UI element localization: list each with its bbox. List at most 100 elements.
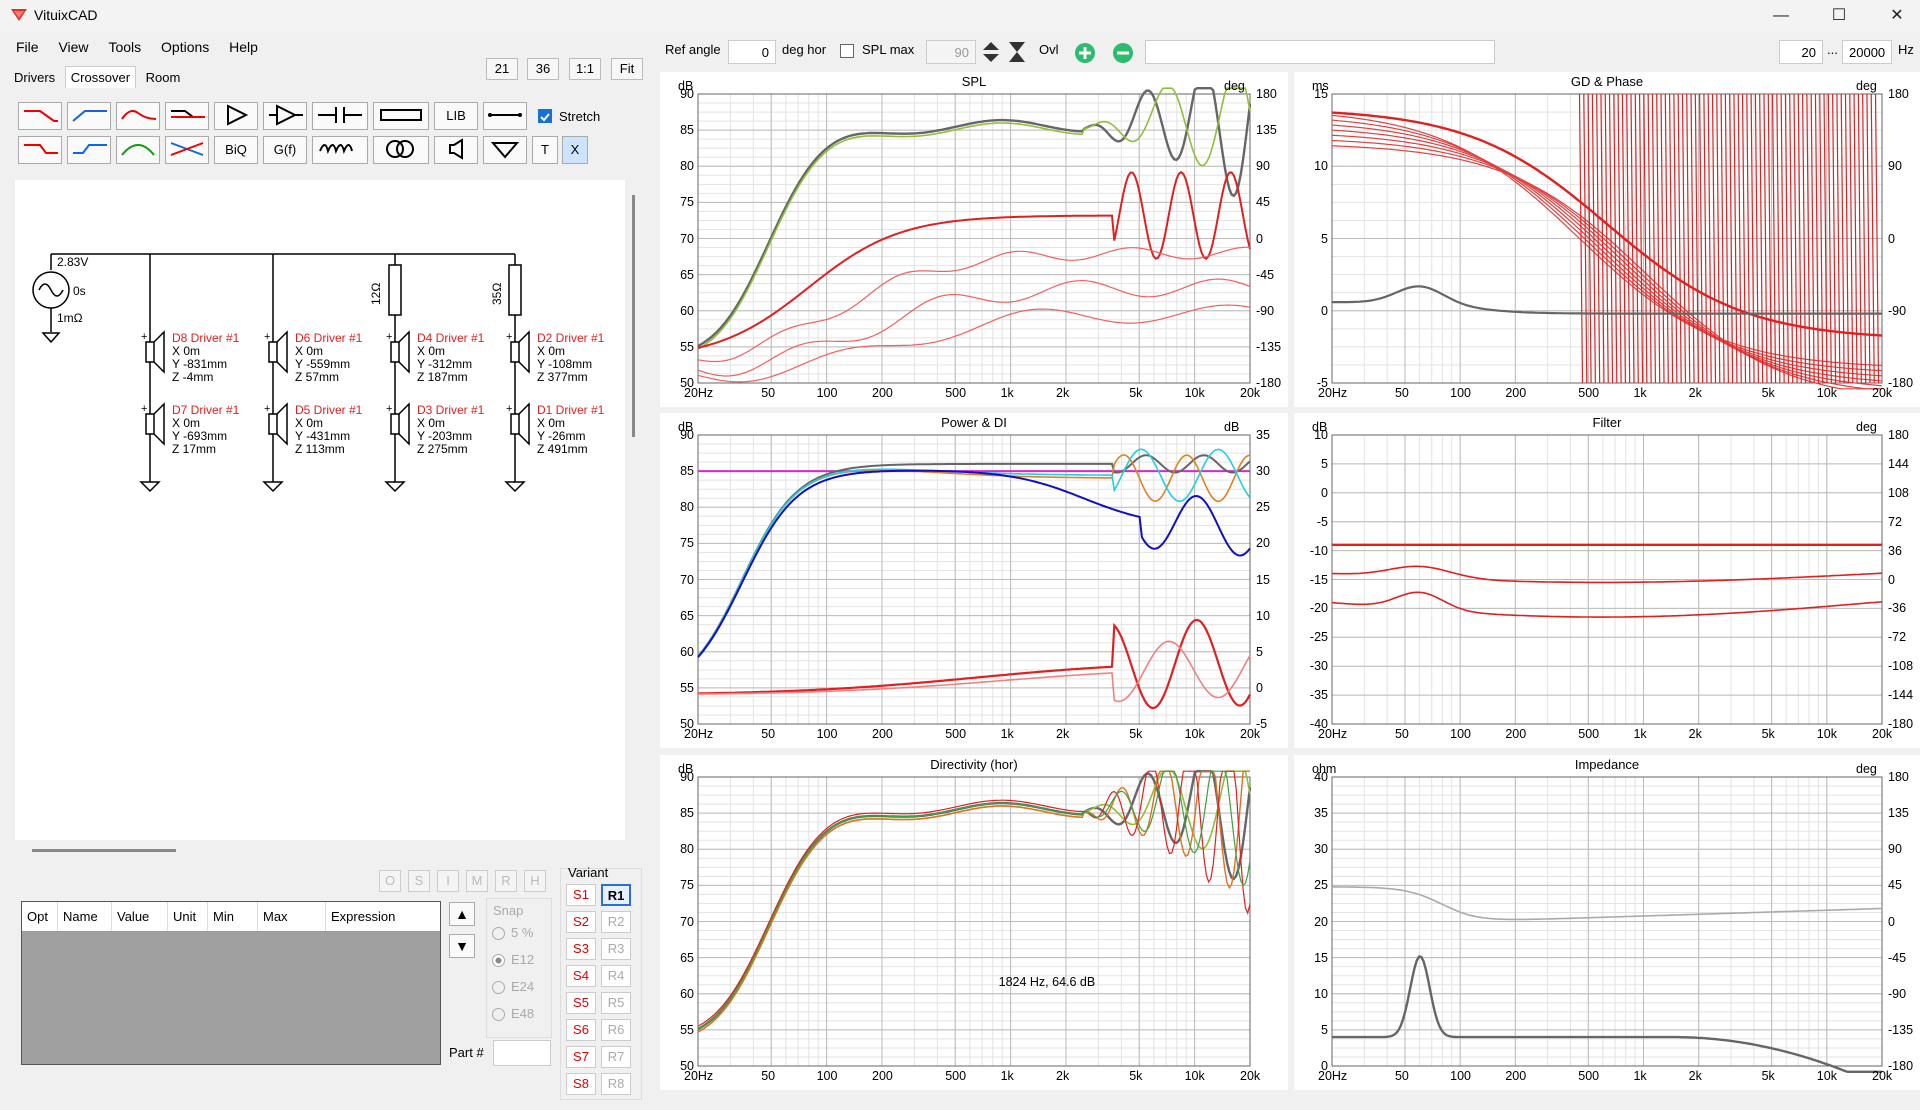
menu-help[interactable]: Help [221,36,266,58]
inductor-tool-button[interactable] [312,136,368,164]
parameter-table[interactable]: Opt Name Value Unit Min Max Expression [21,901,441,1065]
gd-panel[interactable]: GD & Phase ms deg 15 10 5 0 -5 180 90 0 -90 -180 20Hz… [1294,72,1920,407]
driver-symbol[interactable] [145,330,165,402]
snap-option-e24[interactable]: E24 [492,979,534,995]
variant-r4-button[interactable]: R4 [601,965,631,987]
tab-crossover[interactable]: Crossover [64,66,137,88]
o-button[interactable]: O [379,870,401,892]
hourglass-button[interactable] [1006,40,1028,64]
col-unit[interactable]: Unit [168,902,208,931]
wire-tool-button[interactable] [483,102,527,130]
overlay-add-button[interactable] [1073,42,1097,64]
variant-s6-button[interactable]: S6 [566,1019,596,1041]
tab-room[interactable]: Room [140,66,187,89]
driver-symbol[interactable] [268,402,288,482]
highpass-tool-button[interactable] [67,102,111,130]
menu-file[interactable]: File [8,36,47,58]
r-button[interactable]: R [495,870,517,892]
capacitor-tool-button[interactable] [312,102,368,130]
part-number-input[interactable] [493,1040,551,1066]
driver-symbol[interactable] [390,402,410,482]
driver-symbol[interactable] [268,330,288,402]
move-up-button[interactable]: ▲ [449,902,475,926]
driver-symbol[interactable] [510,402,530,482]
snap-option-e12[interactable]: E12 [492,952,534,968]
close-button[interactable]: ✕ [1874,0,1920,32]
m-button[interactable]: M [466,870,488,892]
peak-tool-button[interactable] [116,136,160,164]
snap-option-e48[interactable]: E48 [492,1006,534,1022]
variant-r8-button[interactable]: R8 [601,1073,631,1095]
stretch-checkbox[interactable] [538,109,552,123]
driver-symbol[interactable] [510,330,530,402]
transformer-tool-button[interactable] [373,136,429,164]
variant-s3-button[interactable]: S3 [566,938,596,960]
spl-panel[interactable]: SPL dB deg 90 85 80 75 70 65 60 55 50 180 135 90 45 0 -45… [660,72,1288,407]
lowpass-alt-tool-button[interactable] [18,136,62,164]
variant-s2-button[interactable]: S2 [566,911,596,933]
col-max[interactable]: Max [258,902,326,931]
i-button[interactable]: I [437,870,459,892]
menu-tools[interactable]: Tools [100,36,149,58]
ground-tool-button[interactable] [483,136,527,164]
zoom-1to1-button[interactable]: 1:1 [569,58,601,80]
shelf-tool-button[interactable] [165,102,209,130]
overlay-name-input[interactable] [1145,40,1495,64]
highpass-alt-tool-button[interactable] [67,136,111,164]
col-name[interactable]: Name [58,902,112,931]
col-opt[interactable]: Opt [22,902,58,931]
spl-max-input[interactable]: 90 [926,40,976,64]
crossfade-tool-button[interactable] [165,136,209,164]
spl-max-stepper[interactable] [980,40,1002,64]
schematic-vscroll[interactable] [632,195,635,437]
variant-r1-button[interactable]: R1 [601,884,631,906]
variant-s8-button[interactable]: S8 [566,1073,596,1095]
variant-s4-button[interactable]: S4 [566,965,596,987]
t-button[interactable]: T [532,136,558,164]
delay-tool-button[interactable] [263,102,307,130]
variant-r6-button[interactable]: R6 [601,1019,631,1041]
driver-symbol[interactable] [390,330,410,402]
col-value[interactable]: Value [112,902,168,931]
col-expression[interactable]: Expression [326,902,440,931]
maximize-button[interactable]: ☐ [1816,0,1862,32]
biquad-button[interactable]: BiQ [214,136,258,164]
menu-options[interactable]: Options [153,36,217,58]
variant-r3-button[interactable]: R3 [601,938,631,960]
variant-s5-button[interactable]: S5 [566,992,596,1014]
variant-s7-button[interactable]: S7 [566,1046,596,1068]
schematic-hscroll[interactable] [32,849,176,852]
driver-tool-button[interactable] [434,136,478,164]
zoom-fit-button[interactable]: Fit [611,58,643,80]
spl-max-checkbox[interactable] [840,44,854,58]
h-button[interactable]: H [524,870,546,892]
ref-angle-input[interactable]: 0 [728,40,776,64]
tab-drivers[interactable]: Drivers [8,66,61,89]
zoom-36-button[interactable]: 36 [527,58,559,80]
variant-r7-button[interactable]: R7 [601,1046,631,1068]
lowpass-tool-button[interactable] [18,102,62,130]
schematic-canvas[interactable]: 2.83V 0s 1mΩ 12Ω 35Ω + D8 Driver #1 X 0m Y … [15,180,625,840]
directivity-panel[interactable]: Directivity (hor) dB 90 85 80 75 70 65 60 55 50 20H… [660,755,1288,1090]
snap-option-5pct[interactable]: 5 % [492,925,533,941]
overlay-remove-button[interactable] [1111,42,1135,64]
move-down-button[interactable]: ▼ [449,934,475,958]
variant-r5-button[interactable]: R5 [601,992,631,1014]
freq-min-input[interactable]: 20 [1779,40,1823,64]
gf-button[interactable]: G(f) [263,136,307,164]
amplifier-tool-button[interactable] [214,102,258,130]
zoom-21-button[interactable]: 21 [486,58,518,80]
variant-r2-button[interactable]: R2 [601,911,631,933]
filter-panel[interactable]: Filter dB deg 10 5 0 -5 -10 -15 -20 -25 -30 -35 -40 18… [1294,413,1920,748]
impedance-panel[interactable]: Impedance ohm deg 40 35 30 25 20 15 10 5 0 180 135 90 4… [1294,755,1920,1090]
x-button[interactable]: X [562,136,588,164]
s-button[interactable]: S [408,870,430,892]
menu-view[interactable]: View [50,36,96,58]
library-button[interactable]: LIB [434,102,478,130]
minimize-button[interactable]: — [1758,0,1804,32]
resistor-tool-button[interactable] [373,102,429,130]
freq-max-input[interactable]: 20000 [1842,40,1892,64]
driver-symbol[interactable] [145,402,165,482]
bandpass-tool-button[interactable] [116,102,160,130]
variant-s1-button[interactable]: S1 [566,884,596,906]
